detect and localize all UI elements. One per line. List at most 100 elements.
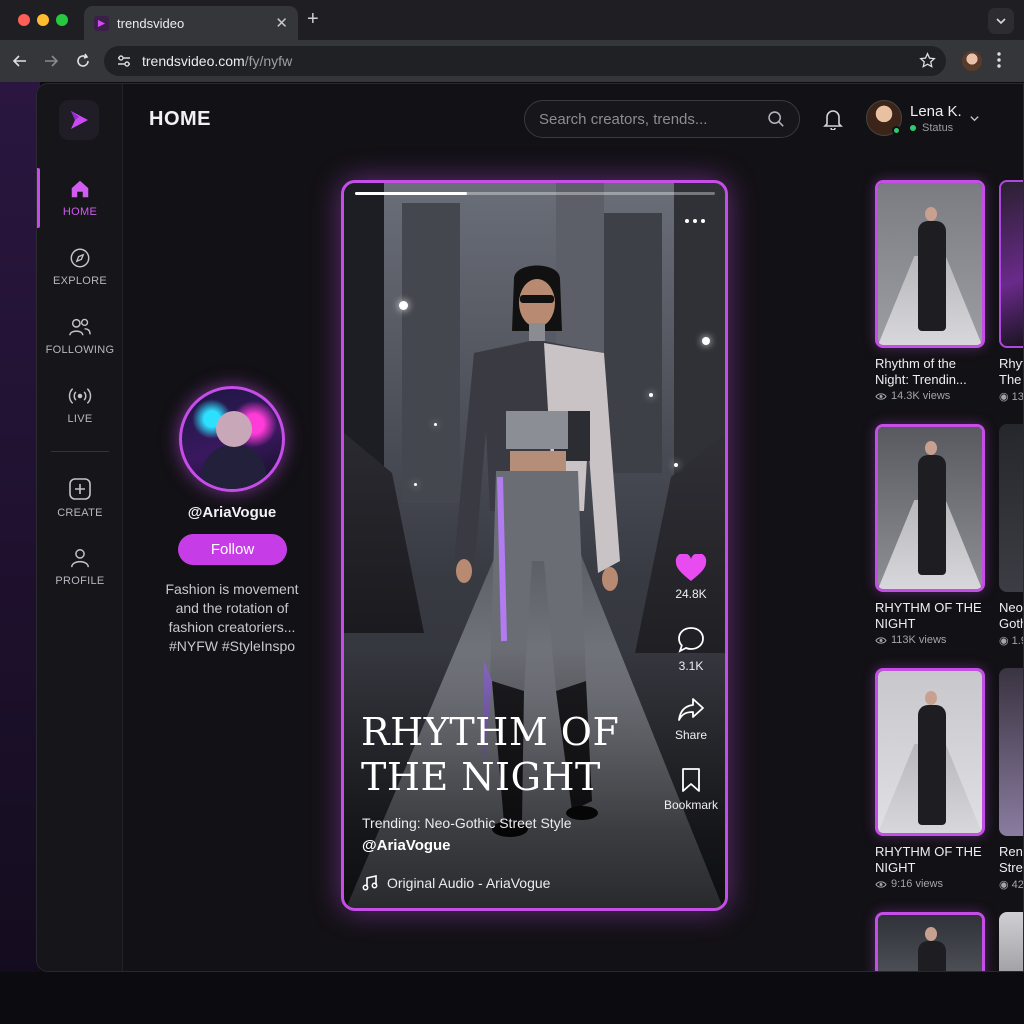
sidebar-item-label: HOME <box>62 206 98 218</box>
share-label: Share <box>674 728 708 742</box>
thumbnail-views-partial: ◉ 42 <box>999 879 1024 891</box>
music-note-icon <box>362 875 378 891</box>
search-bar[interactable] <box>524 100 800 138</box>
view-count: 14.3K views <box>891 390 951 402</box>
user-menu-chevron-down-icon[interactable] <box>969 111 980 129</box>
sidebar-item-live[interactable]: LIVE <box>37 375 123 435</box>
video-player[interactable]: RHYTHM OF THE NIGHT Trending: Neo-Gothic… <box>341 180 728 911</box>
thumbnail-views-partial: ◉ 1.9 <box>999 635 1023 647</box>
page-bottom-margin <box>0 972 1024 1024</box>
creator-avatar[interactable] <box>179 386 285 492</box>
video-thumbnail-partial[interactable] <box>999 912 1023 971</box>
search-input[interactable] <box>539 110 767 128</box>
search-icon[interactable] <box>767 110 785 128</box>
notifications-bell-icon[interactable] <box>823 108 843 135</box>
creator-bio: Fashion is movement and the rotation of … <box>165 581 299 654</box>
eye-icon <box>875 880 887 888</box>
follow-button[interactable]: Follow <box>178 534 287 565</box>
users-icon <box>69 318 91 336</box>
forward-arrow-icon[interactable] <box>41 51 61 71</box>
tab-search-chevron-icon[interactable] <box>988 8 1014 34</box>
back-arrow-icon[interactable] <box>10 51 30 71</box>
video-light <box>399 301 408 310</box>
video-light <box>649 393 653 397</box>
more-options-icon[interactable] <box>684 211 706 229</box>
new-tab-plus-icon[interactable]: + <box>307 9 319 29</box>
video-thumbnail[interactable] <box>875 912 985 971</box>
sidebar: HOME EXPLORE FOLLOWING LIVE CREATE PROFI… <box>37 84 123 971</box>
sidebar-item-following[interactable]: FOLLOWING <box>37 306 123 366</box>
bookmark-button[interactable]: Bookmark <box>650 767 725 812</box>
sidebar-item-label: PROFILE <box>55 575 105 587</box>
url-path: /fy/nyfw <box>244 53 293 69</box>
video-creator-handle[interactable]: @AriaVogue <box>362 837 451 854</box>
sidebar-item-label: LIVE <box>67 413 93 425</box>
reload-icon[interactable] <box>73 51 93 71</box>
video-thumbnail-partial[interactable] <box>999 180 1023 348</box>
thumbnail-views: 14.3K views <box>875 390 950 402</box>
thumbnail-title-partial[interactable]: NeoGoth <box>999 600 1023 632</box>
video-progress-fill <box>355 192 467 195</box>
thumbnail-model <box>925 207 937 221</box>
video-thumbnail[interactable] <box>875 668 985 836</box>
app-window: HOME EXPLORE FOLLOWING LIVE CREATE PROFI… <box>36 83 1024 972</box>
site-info-tune-icon[interactable] <box>114 51 134 71</box>
live-broadcast-icon <box>68 388 92 404</box>
thumbnail-title[interactable]: RHYTHM OF THE NIGHT <box>875 600 985 632</box>
address-bar[interactable]: trendsvideo.com/fy/nyfw <box>104 46 946 76</box>
sidebar-item-home[interactable]: HOME <box>37 168 123 228</box>
user-status[interactable]: Status <box>910 122 953 134</box>
home-icon <box>71 180 89 198</box>
tab-title: trendsvideo <box>117 15 185 31</box>
window-minimize-button[interactable] <box>37 14 49 26</box>
favicon-icon <box>94 15 109 31</box>
sidebar-item-create[interactable]: CREATE <box>37 468 123 528</box>
share-button[interactable]: Share <box>650 697 725 742</box>
video-title: RHYTHM OF THE NIGHT <box>361 710 620 799</box>
brand-logo-icon[interactable] <box>59 100 99 140</box>
comment-bubble-icon <box>678 627 704 653</box>
bookmark-label: Bookmark <box>663 798 719 812</box>
bookmark-star-icon[interactable] <box>919 52 936 74</box>
video-audio-track[interactable]: Original Audio - AriaVogue <box>362 875 550 891</box>
thumbnail-views-partial: ◉ 13 <box>999 391 1024 403</box>
thumbnail-views: 113K views <box>875 634 946 646</box>
browser-profile-avatar[interactable] <box>962 51 982 71</box>
sidebar-item-label: FOLLOWING <box>45 344 115 356</box>
video-thumbnail-partial[interactable] <box>999 424 1023 592</box>
thumbnail-title-partial[interactable]: Reni Stre <box>999 844 1023 876</box>
creator-avatar-figure <box>202 445 266 489</box>
sidebar-item-label: CREATE <box>57 507 103 519</box>
browser-tab[interactable]: trendsvideo ✕ <box>84 6 298 40</box>
user-name[interactable]: Lena K. <box>910 103 962 120</box>
thumbnail-title[interactable]: RHYTHM OF THE NIGHT <box>875 844 985 876</box>
view-count: 113K views <box>891 634 947 646</box>
like-button[interactable]: 24.8K <box>650 554 725 601</box>
video-thumbnail-partial[interactable] <box>999 668 1023 836</box>
eye-icon <box>875 636 887 644</box>
video-progress-bar[interactable] <box>355 192 715 195</box>
thumbnail-title[interactable]: Rhythm of the Night: Trendin... <box>875 356 985 388</box>
window-close-button[interactable] <box>18 14 30 26</box>
thumbnail-model <box>918 941 946 971</box>
user-status-label: Status <box>922 122 954 134</box>
thumbnail-title-partial[interactable]: Rhyt The <box>999 356 1023 388</box>
online-status-dot <box>892 126 901 135</box>
creator-handle[interactable]: @AriaVogue <box>157 504 307 521</box>
comment-count: 3.1K <box>678 659 704 673</box>
comment-button[interactable]: 3.1K <box>650 626 725 673</box>
eye-icon <box>875 392 887 400</box>
video-light <box>702 337 710 345</box>
video-thumbnail[interactable] <box>875 180 985 348</box>
sidebar-item-profile[interactable]: PROFILE <box>37 537 123 597</box>
url-host: trendsvideo.com <box>142 53 245 69</box>
user-icon <box>71 549 89 568</box>
video-thumbnail[interactable] <box>875 424 985 592</box>
browser-menu-kebab-icon[interactable] <box>996 50 1002 75</box>
page-title: HOME <box>149 108 211 130</box>
window-maximize-button[interactable] <box>56 14 68 26</box>
sidebar-item-explore[interactable]: EXPLORE <box>37 237 123 297</box>
tab-close-icon[interactable]: ✕ <box>275 16 288 31</box>
compass-icon <box>70 248 90 268</box>
thumbnail-model <box>925 691 937 705</box>
